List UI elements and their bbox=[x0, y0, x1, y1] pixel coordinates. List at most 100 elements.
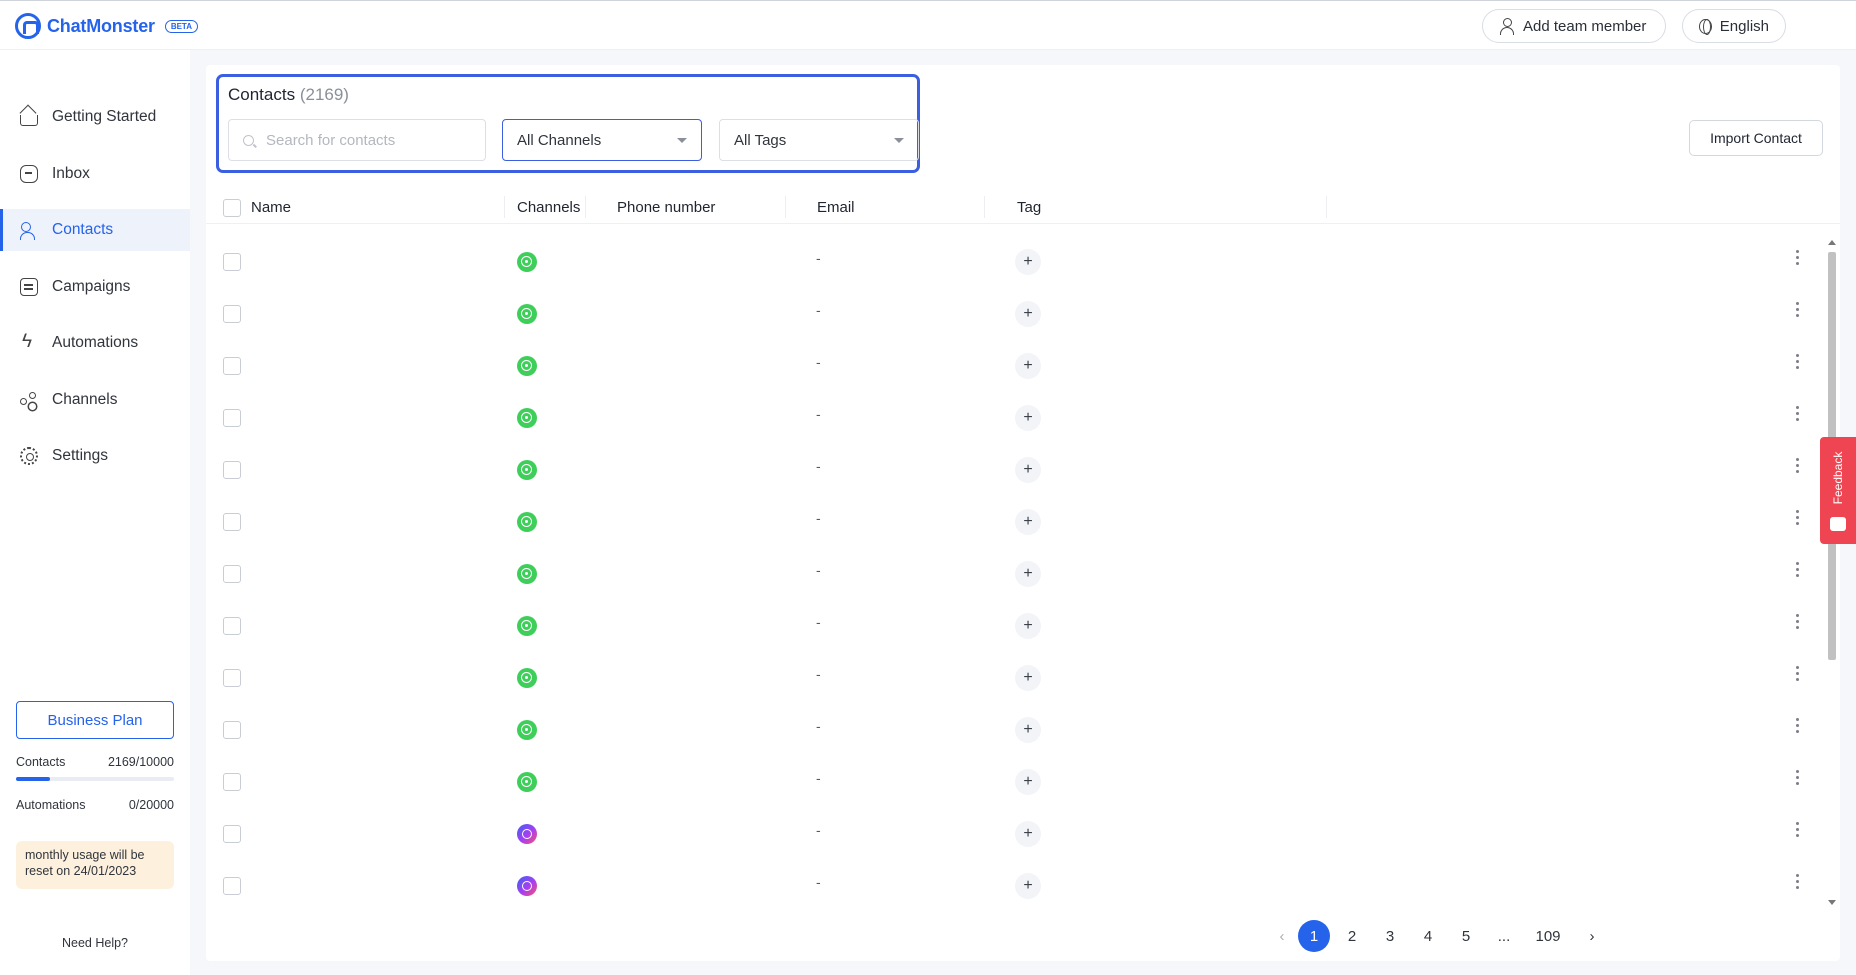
sidebar-item-label: Contacts bbox=[52, 221, 114, 238]
row-menu-icon[interactable] bbox=[1796, 302, 1800, 322]
contacts-usage-label: Contacts bbox=[16, 755, 66, 769]
add-tag-button[interactable]: + bbox=[1015, 457, 1041, 483]
table-row[interactable]: - + bbox=[206, 392, 1840, 444]
usage-reset-notice: monthly usage will be reset on 24/01/202… bbox=[16, 841, 174, 889]
table-row[interactable]: - + bbox=[206, 288, 1840, 340]
page-5[interactable]: 5 bbox=[1450, 920, 1482, 952]
scroll-up-arrow-icon[interactable] bbox=[1828, 240, 1836, 245]
row-menu-icon[interactable] bbox=[1796, 510, 1800, 530]
column-channels[interactable]: Channels bbox=[517, 199, 580, 216]
row-checkbox[interactable] bbox=[223, 253, 241, 271]
page-3[interactable]: 3 bbox=[1374, 920, 1406, 952]
table-row[interactable]: - + bbox=[206, 808, 1840, 860]
contacts-filter-box: Contacts (2169) Search for contacts All … bbox=[216, 74, 920, 173]
row-checkbox[interactable] bbox=[223, 825, 241, 843]
page-1[interactable]: 1 bbox=[1298, 920, 1330, 952]
add-tag-button[interactable]: + bbox=[1015, 509, 1041, 535]
table-row[interactable]: - + bbox=[206, 860, 1840, 912]
sidebar-item-campaigns[interactable]: Campaigns bbox=[0, 266, 190, 308]
add-tag-button[interactable]: + bbox=[1015, 769, 1041, 795]
column-email[interactable]: Email bbox=[817, 199, 855, 216]
sidebar-item-label: Getting Started bbox=[52, 108, 157, 125]
sidebar-item-contacts[interactable]: Contacts bbox=[0, 209, 190, 251]
select-all-checkbox[interactable] bbox=[223, 199, 241, 217]
next-page-icon[interactable]: › bbox=[1576, 920, 1608, 952]
table-row[interactable]: - + bbox=[206, 340, 1840, 392]
column-tag[interactable]: Tag bbox=[1017, 199, 1041, 216]
search-input[interactable]: Search for contacts bbox=[228, 119, 486, 161]
add-tag-button[interactable]: + bbox=[1015, 873, 1041, 899]
page-4[interactable]: 4 bbox=[1412, 920, 1444, 952]
table-row[interactable]: - + bbox=[206, 444, 1840, 496]
add-tag-button[interactable]: + bbox=[1015, 665, 1041, 691]
sidebar-item-inbox[interactable]: Inbox bbox=[0, 153, 190, 195]
add-team-member-button[interactable]: Add team member bbox=[1482, 9, 1666, 43]
row-checkbox[interactable] bbox=[223, 357, 241, 375]
whatsapp-icon bbox=[517, 252, 537, 272]
page-2[interactable]: 2 bbox=[1336, 920, 1368, 952]
row-checkbox[interactable] bbox=[223, 565, 241, 583]
row-checkbox[interactable] bbox=[223, 409, 241, 427]
row-menu-icon[interactable] bbox=[1796, 718, 1800, 738]
column-phone[interactable]: Phone number bbox=[617, 199, 715, 216]
row-menu-icon[interactable] bbox=[1796, 250, 1800, 270]
add-tag-button[interactable]: + bbox=[1015, 353, 1041, 379]
sidebar-item-channels[interactable]: Channels bbox=[0, 379, 190, 421]
whatsapp-icon bbox=[517, 512, 537, 532]
whatsapp-icon bbox=[517, 304, 537, 324]
row-menu-icon[interactable] bbox=[1796, 666, 1800, 686]
row-checkbox[interactable] bbox=[223, 721, 241, 739]
row-checkbox[interactable] bbox=[223, 461, 241, 479]
chatmonster-logo-icon bbox=[15, 13, 41, 39]
sidebar-item-automations[interactable]: Automations bbox=[0, 322, 190, 364]
row-menu-icon[interactable] bbox=[1796, 406, 1800, 426]
need-help-link[interactable]: Need Help? bbox=[0, 936, 190, 950]
table-row[interactable]: - + bbox=[206, 704, 1840, 756]
table-row[interactable]: - + bbox=[206, 236, 1840, 288]
scroll-down-arrow-icon[interactable] bbox=[1828, 900, 1836, 905]
table-scrollbar[interactable] bbox=[1826, 240, 1836, 908]
row-checkbox[interactable] bbox=[223, 669, 241, 687]
row-checkbox[interactable] bbox=[223, 877, 241, 895]
contacts-count: (2169) bbox=[299, 85, 349, 104]
table-row[interactable]: - + bbox=[206, 756, 1840, 808]
tag-filter-select[interactable]: All Tags bbox=[719, 119, 919, 161]
channel-filter-select[interactable]: All Channels bbox=[502, 119, 702, 161]
add-tag-button[interactable]: + bbox=[1015, 717, 1041, 743]
row-checkbox[interactable] bbox=[223, 617, 241, 635]
table-row[interactable]: - + bbox=[206, 496, 1840, 548]
row-menu-icon[interactable] bbox=[1796, 770, 1800, 790]
row-menu-icon[interactable] bbox=[1796, 822, 1800, 842]
table-row[interactable]: - + bbox=[206, 600, 1840, 652]
add-tag-button[interactable]: + bbox=[1015, 613, 1041, 639]
app-logo[interactable]: ChatMonster BETA bbox=[15, 13, 198, 39]
add-tag-button[interactable]: + bbox=[1015, 249, 1041, 275]
row-menu-icon[interactable] bbox=[1796, 874, 1800, 894]
contacts-usage-fill bbox=[16, 777, 51, 781]
business-plan-button[interactable]: Business Plan bbox=[16, 701, 174, 739]
row-menu-icon[interactable] bbox=[1796, 562, 1800, 582]
row-checkbox[interactable] bbox=[223, 513, 241, 531]
table-row[interactable]: - + bbox=[206, 548, 1840, 600]
sidebar-item-settings[interactable]: Settings bbox=[0, 435, 190, 477]
sidebar-item-label: Automations bbox=[52, 334, 139, 351]
row-checkbox[interactable] bbox=[223, 773, 241, 791]
add-tag-button[interactable]: + bbox=[1015, 561, 1041, 587]
add-tag-button[interactable]: + bbox=[1015, 821, 1041, 847]
contacts-icon bbox=[20, 221, 38, 240]
import-contact-button[interactable]: Import Contact bbox=[1689, 120, 1823, 156]
column-name[interactable]: Name bbox=[251, 199, 291, 216]
row-menu-icon[interactable] bbox=[1796, 458, 1800, 478]
language-selector[interactable]: English bbox=[1682, 9, 1786, 43]
prev-page-icon[interactable]: ‹ bbox=[1266, 920, 1298, 952]
add-tag-button[interactable]: + bbox=[1015, 405, 1041, 431]
feedback-tab[interactable]: Feedback bbox=[1820, 437, 1856, 544]
row-menu-icon[interactable] bbox=[1796, 614, 1800, 634]
row-checkbox[interactable] bbox=[223, 305, 241, 323]
row-menu-icon[interactable] bbox=[1796, 354, 1800, 374]
contacts-usage-value: 2169/10000 bbox=[107, 755, 174, 769]
sidebar-item-getting-started[interactable]: Getting Started bbox=[0, 96, 190, 138]
table-row[interactable]: - + bbox=[206, 652, 1840, 704]
add-tag-button[interactable]: + bbox=[1015, 301, 1041, 327]
page-109[interactable]: 109 bbox=[1526, 920, 1570, 952]
